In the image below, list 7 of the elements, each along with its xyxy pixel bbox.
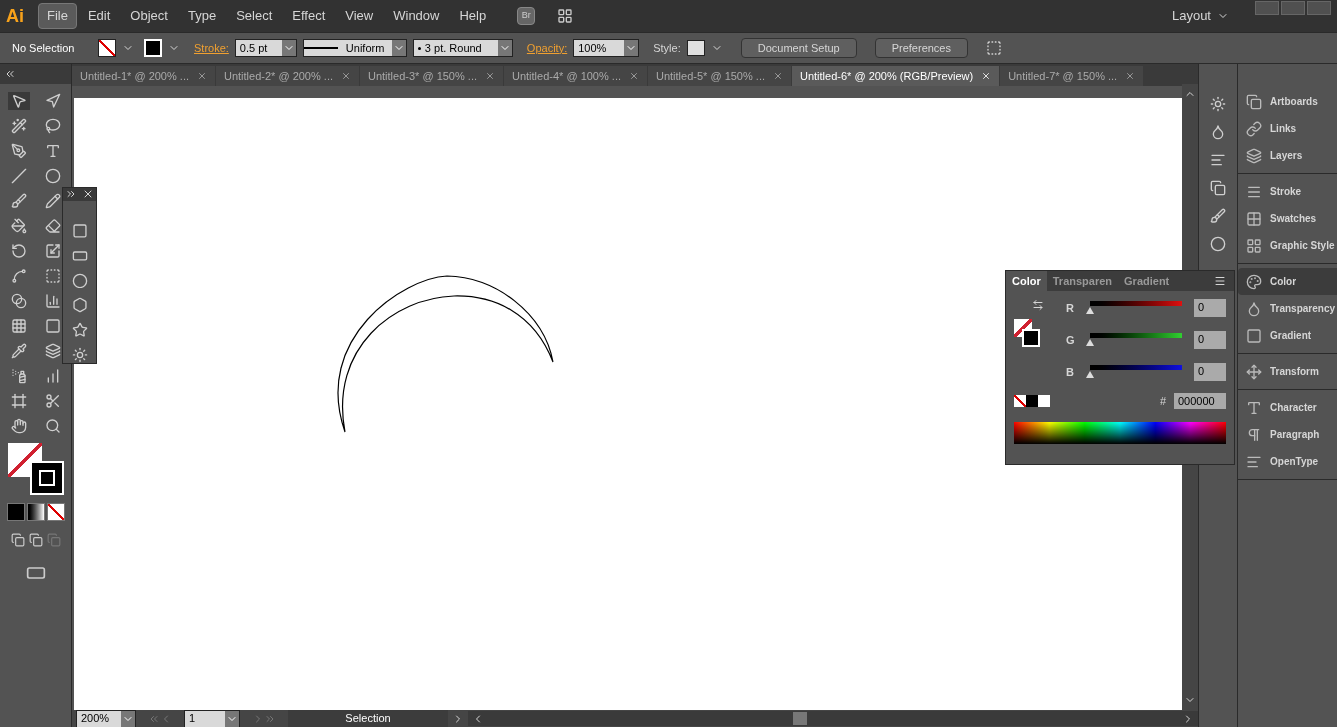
hex-label: #: [1159, 394, 1166, 409]
channel-label: G: [1066, 332, 1076, 348]
channel-label: B: [1066, 364, 1075, 380]
channel-label: R: [1066, 300, 1075, 316]
selection-status: No Selection: [12, 40, 76, 56]
style-label: Style:: [653, 40, 681, 56]
app-logo: Ai: [6, 4, 24, 28]
